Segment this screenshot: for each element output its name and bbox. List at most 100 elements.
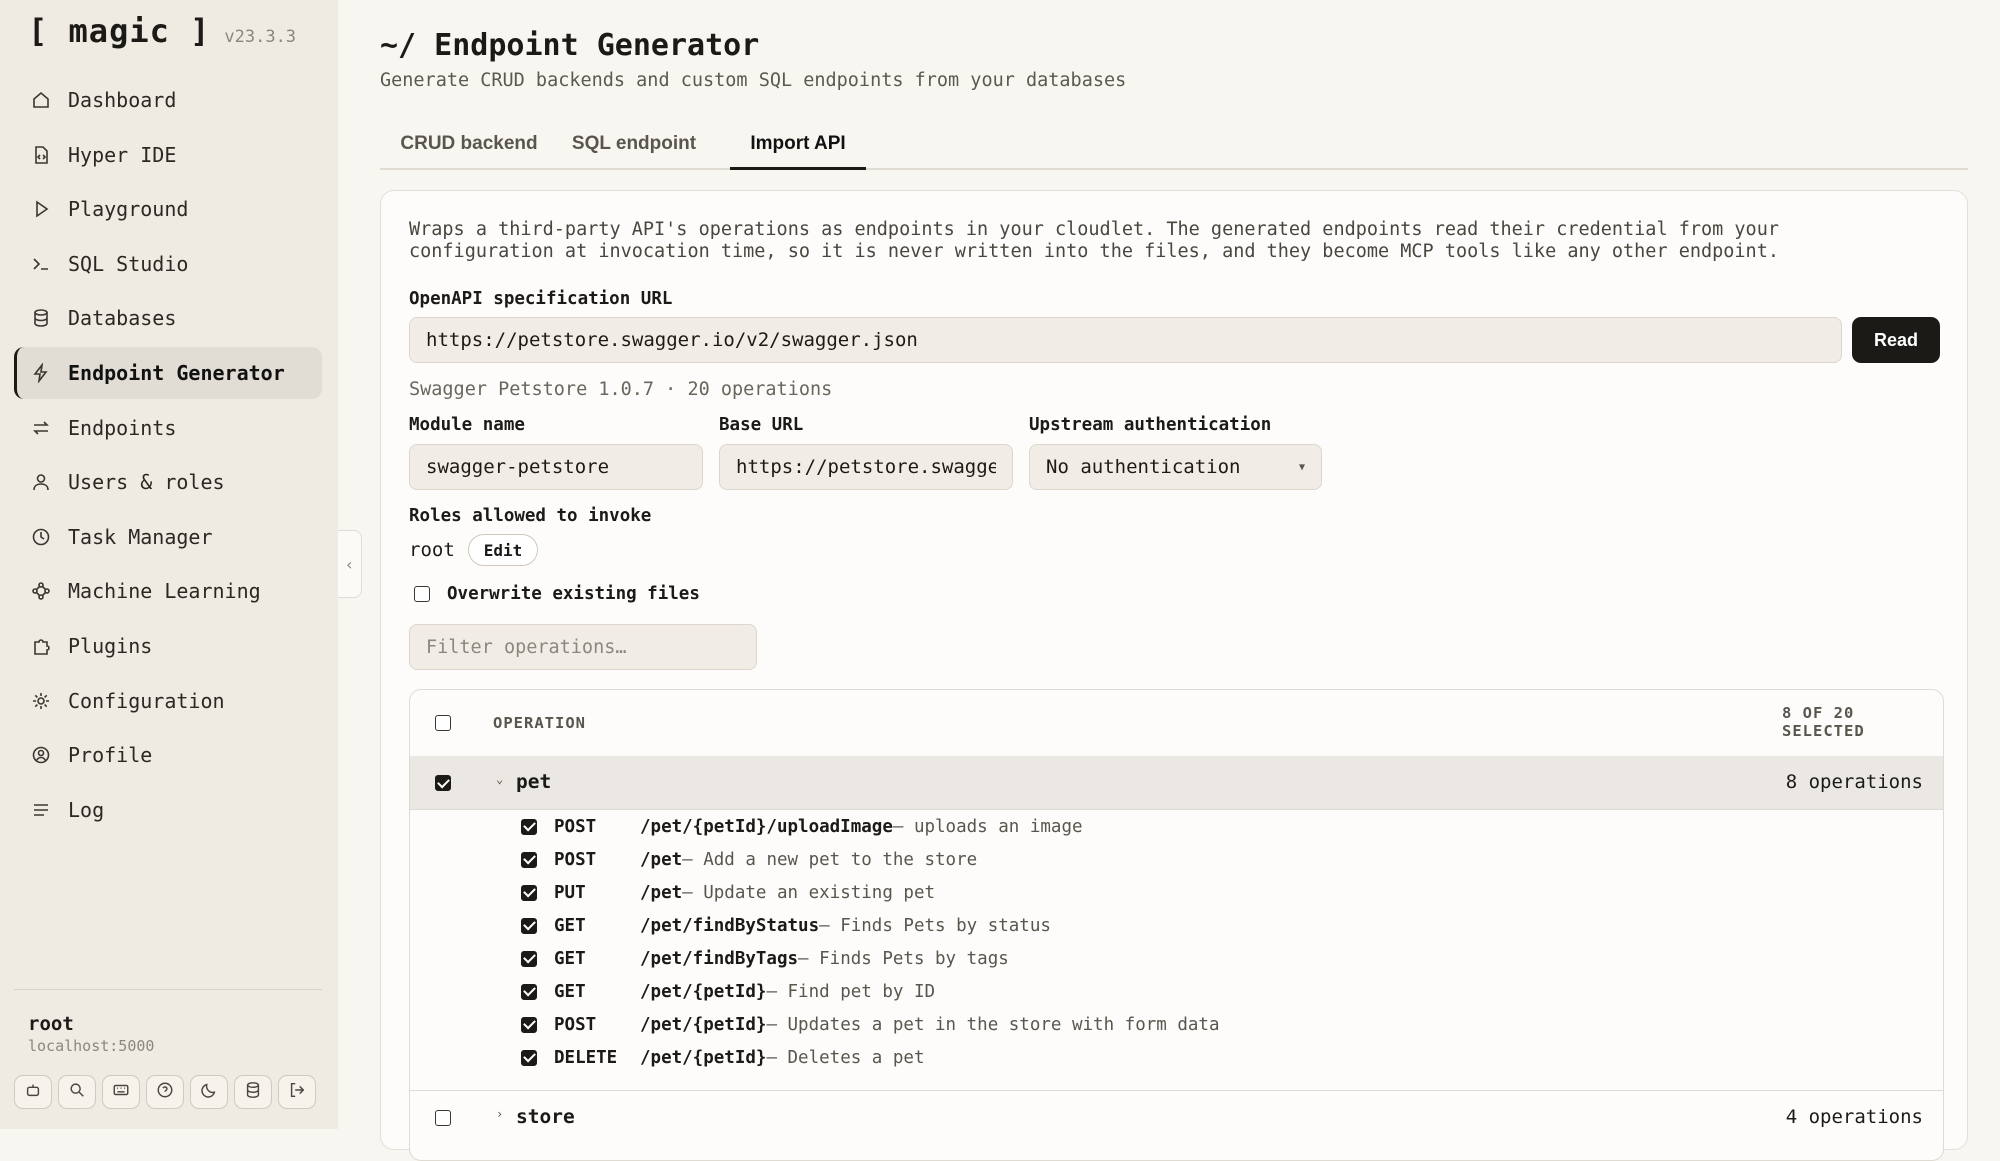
operation-checkbox[interactable] (521, 884, 537, 901)
upstream-auth-value: No authentication (1046, 456, 1241, 478)
operations-table-header: OPERATION 8 OF 20 SELECTED (410, 690, 1943, 757)
tab-bar: CRUD backend SQL endpoint Import API (380, 120, 1968, 170)
operation-checkbox[interactable] (521, 1049, 537, 1066)
operation-checkbox[interactable] (521, 950, 537, 967)
overwrite-option: Overwrite existing files (414, 584, 700, 604)
sidebar-item-dashboard[interactable]: Dashboard (14, 74, 322, 126)
database-icon (244, 1081, 262, 1103)
sidebar-toolbar (14, 1075, 316, 1109)
operation-checkbox[interactable] (521, 818, 537, 835)
filter-operations-input[interactable] (409, 624, 757, 670)
search-icon (68, 1081, 86, 1103)
group-row-store[interactable]: › store 4 operations (410, 1090, 1943, 1144)
robot-icon (24, 1081, 42, 1103)
module-name-label: Module name (409, 415, 525, 435)
sidebar-item-playground[interactable]: Playground (14, 183, 322, 235)
operation-row[interactable]: DELETE /pet/{petId} — Deletes a pet (521, 1041, 924, 1074)
select-all-checkbox[interactable] (435, 715, 451, 731)
terminal-icon (30, 253, 52, 275)
search-button[interactable] (58, 1075, 96, 1109)
operation-summary: — Find pet by ID (766, 981, 936, 1002)
logout-button[interactable] (278, 1075, 316, 1109)
lightning-icon (30, 362, 52, 384)
read-spec-button[interactable]: Read (1852, 317, 1940, 363)
operation-checkbox[interactable] (521, 851, 537, 868)
operation-row[interactable]: POST /pet — Add a new pet to the store (521, 843, 977, 876)
base-url-label: Base URL (719, 415, 804, 435)
tab-crud-backend[interactable]: CRUD backend (380, 120, 558, 168)
operation-path: /pet/{petId} (640, 1014, 767, 1035)
operation-column-header: OPERATION (493, 714, 586, 732)
sidebar-item-hyper-ide[interactable]: Hyper IDE (14, 129, 322, 181)
operation-checkbox[interactable] (521, 983, 537, 1000)
operation-summary: — Deletes a pet (766, 1047, 925, 1068)
sidebar-item-label: Hyper IDE (68, 142, 177, 167)
tab-import-api[interactable]: Import API (730, 120, 866, 170)
operation-row[interactable]: PUT /pet — Update an existing pet (521, 876, 935, 909)
spec-url-input[interactable] (409, 317, 1842, 363)
database-button[interactable] (234, 1075, 272, 1109)
sidebar-item-configuration[interactable]: Configuration (14, 675, 322, 727)
database-icon (30, 307, 52, 329)
brand: [ magic ] v23.3.3 (28, 12, 296, 50)
operation-method: POST (554, 1014, 597, 1035)
module-name-input[interactable] (409, 444, 703, 490)
group-row-pet[interactable]: ⌄ pet 8 operations (410, 756, 1943, 810)
group-op-count: 4 operations (1785, 1106, 1923, 1128)
sidebar-item-profile[interactable]: Profile (14, 729, 322, 781)
spec-url-label: OpenAPI specification URL (409, 289, 673, 309)
assistant-button[interactable] (14, 1075, 52, 1109)
operation-summary: — Update an existing pet (682, 882, 936, 903)
chevron-down-icon[interactable]: ⌄ (496, 772, 503, 786)
sidebar-collapse-toggle[interactable]: ‹ (338, 530, 362, 598)
network-icon (30, 580, 52, 602)
help-button[interactable] (146, 1075, 184, 1109)
import-api-description: Wraps a third-party API's operations as … (409, 219, 1779, 262)
sidebar-item-log[interactable]: Log (14, 784, 322, 836)
chevron-left-icon: ‹ (344, 554, 355, 574)
operation-method: PUT (554, 882, 586, 903)
sidebar-item-databases[interactable]: Databases (14, 292, 322, 344)
operation-checkbox[interactable] (521, 1016, 537, 1033)
upstream-auth-select[interactable]: No authentication ▼ (1029, 444, 1322, 490)
operation-path: /pet (640, 849, 683, 870)
operation-row[interactable]: GET /pet/findByStatus — Finds Pets by st… (521, 909, 1051, 942)
base-url-input[interactable] (719, 444, 1013, 490)
sidebar-item-label: Log (68, 797, 105, 822)
sidebar-item-endpoint-generator[interactable]: Endpoint Generator (14, 346, 322, 399)
sidebar-item-sql-studio[interactable]: SQL Studio (14, 238, 322, 290)
page-title: ~/ Endpoint Generator (380, 28, 760, 63)
selected-count: 8 OF 20 SELECTED (1782, 704, 1865, 740)
shortcuts-button[interactable] (102, 1075, 140, 1109)
operation-row[interactable]: POST /pet/{petId}/uploadImage — uploads … (521, 810, 1083, 843)
operation-method: POST (554, 816, 597, 837)
sidebar-item-endpoints[interactable]: Endpoints (14, 402, 322, 454)
operation-row[interactable]: GET /pet/{petId} — Find pet by ID (521, 975, 935, 1008)
overwrite-checkbox[interactable] (414, 586, 430, 602)
theme-toggle-button[interactable] (190, 1075, 228, 1109)
tab-sql-endpoint[interactable]: SQL endpoint (558, 120, 710, 168)
sidebar-item-task-manager[interactable]: Task Manager (14, 511, 322, 563)
help-icon (156, 1081, 174, 1103)
sidebar-item-plugins[interactable]: Plugins (14, 620, 322, 672)
operation-row[interactable]: POST /pet/{petId} — Updates a pet in the… (521, 1008, 1219, 1041)
group-checkbox-pet[interactable] (435, 775, 451, 791)
sidebar-item-machine-learning[interactable]: Machine Learning (14, 565, 322, 617)
operation-method: DELETE (554, 1047, 618, 1068)
sidebar-item-users-roles[interactable]: Users & roles (14, 456, 322, 508)
sidebar-item-label: Users & roles (68, 470, 225, 495)
group-checkbox-store[interactable] (435, 1110, 451, 1126)
sidebar-item-label: Plugins (68, 633, 153, 658)
overwrite-label: Overwrite existing files (447, 584, 700, 604)
operation-row[interactable]: GET /pet/findByTags — Finds Pets by tags (521, 942, 1009, 975)
spec-summary: Swagger Petstore 1.0.7 · 20 operations (409, 379, 833, 400)
operation-checkbox[interactable] (521, 917, 537, 934)
gear-icon (30, 690, 52, 712)
operation-path: /pet/{petId} (640, 981, 767, 1002)
sidebar-item-label: Task Manager (68, 524, 213, 549)
import-api-panel: Wraps a third-party API's operations as … (380, 190, 1968, 1161)
edit-roles-button[interactable]: Edit (468, 534, 538, 566)
upstream-auth-label: Upstream authentication (1029, 415, 1272, 435)
current-user-name: root (28, 1013, 74, 1035)
chevron-right-icon[interactable]: › (496, 1107, 503, 1121)
